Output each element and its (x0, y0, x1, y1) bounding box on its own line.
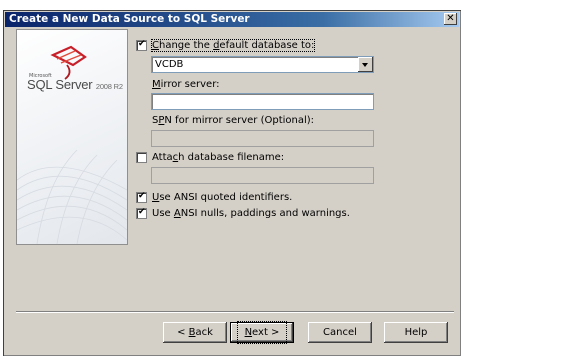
spn-mirror-label: SPN for mirror server (Optional): (152, 115, 315, 126)
mirror-server-input[interactable] (151, 93, 374, 110)
ansi-nulls-checkbox[interactable] (136, 207, 147, 219)
chevron-down-icon[interactable] (358, 57, 373, 72)
ansi-quoted-checkbox[interactable] (136, 191, 147, 203)
attach-db-label[interactable]: Attach database filename: (152, 152, 284, 163)
product-banner: Microsoft SQL Server 2008 R2 (16, 29, 128, 245)
logo-product: SQL Server 2008 R2 (27, 77, 123, 92)
attach-db-checkbox[interactable] (136, 152, 147, 163)
spn-mirror-input[interactable] (151, 130, 374, 147)
sql-server-logo-icon (50, 45, 87, 80)
next-button[interactable]: Next > (230, 321, 294, 344)
button-separator (16, 311, 454, 313)
logo-version: 2008 R2 (95, 82, 123, 91)
attach-db-input[interactable] (151, 167, 374, 184)
change-default-db-label[interactable]: Change the default database to: (150, 39, 316, 52)
default-db-select[interactable]: VCDB (151, 56, 374, 73)
default-db-value: VCDB (155, 59, 184, 70)
cancel-button[interactable]: Cancel (308, 322, 372, 343)
mirror-server-label: Mirror server: (152, 79, 220, 90)
ansi-nulls-label[interactable]: Use ANSI nulls, paddings and warnings. (152, 208, 350, 219)
cancel-label: Cancel (323, 327, 357, 338)
close-button[interactable]: ✕ (444, 13, 457, 25)
title-bar[interactable]: Create a New Data Source to SQL Server ✕ (5, 12, 459, 27)
banner-art (17, 45, 127, 244)
help-label: Help (404, 327, 428, 338)
ansi-quoted-label[interactable]: Use ANSI quoted identifiers. (152, 192, 292, 203)
back-button[interactable]: < Back (163, 322, 227, 343)
help-button[interactable]: Help (384, 322, 448, 343)
close-icon: ✕ (446, 13, 455, 24)
change-default-db-checkbox[interactable] (136, 39, 147, 51)
window-title: Create a New Data Source to SQL Server (9, 13, 250, 25)
logo-product-name: SQL Server (27, 77, 93, 92)
